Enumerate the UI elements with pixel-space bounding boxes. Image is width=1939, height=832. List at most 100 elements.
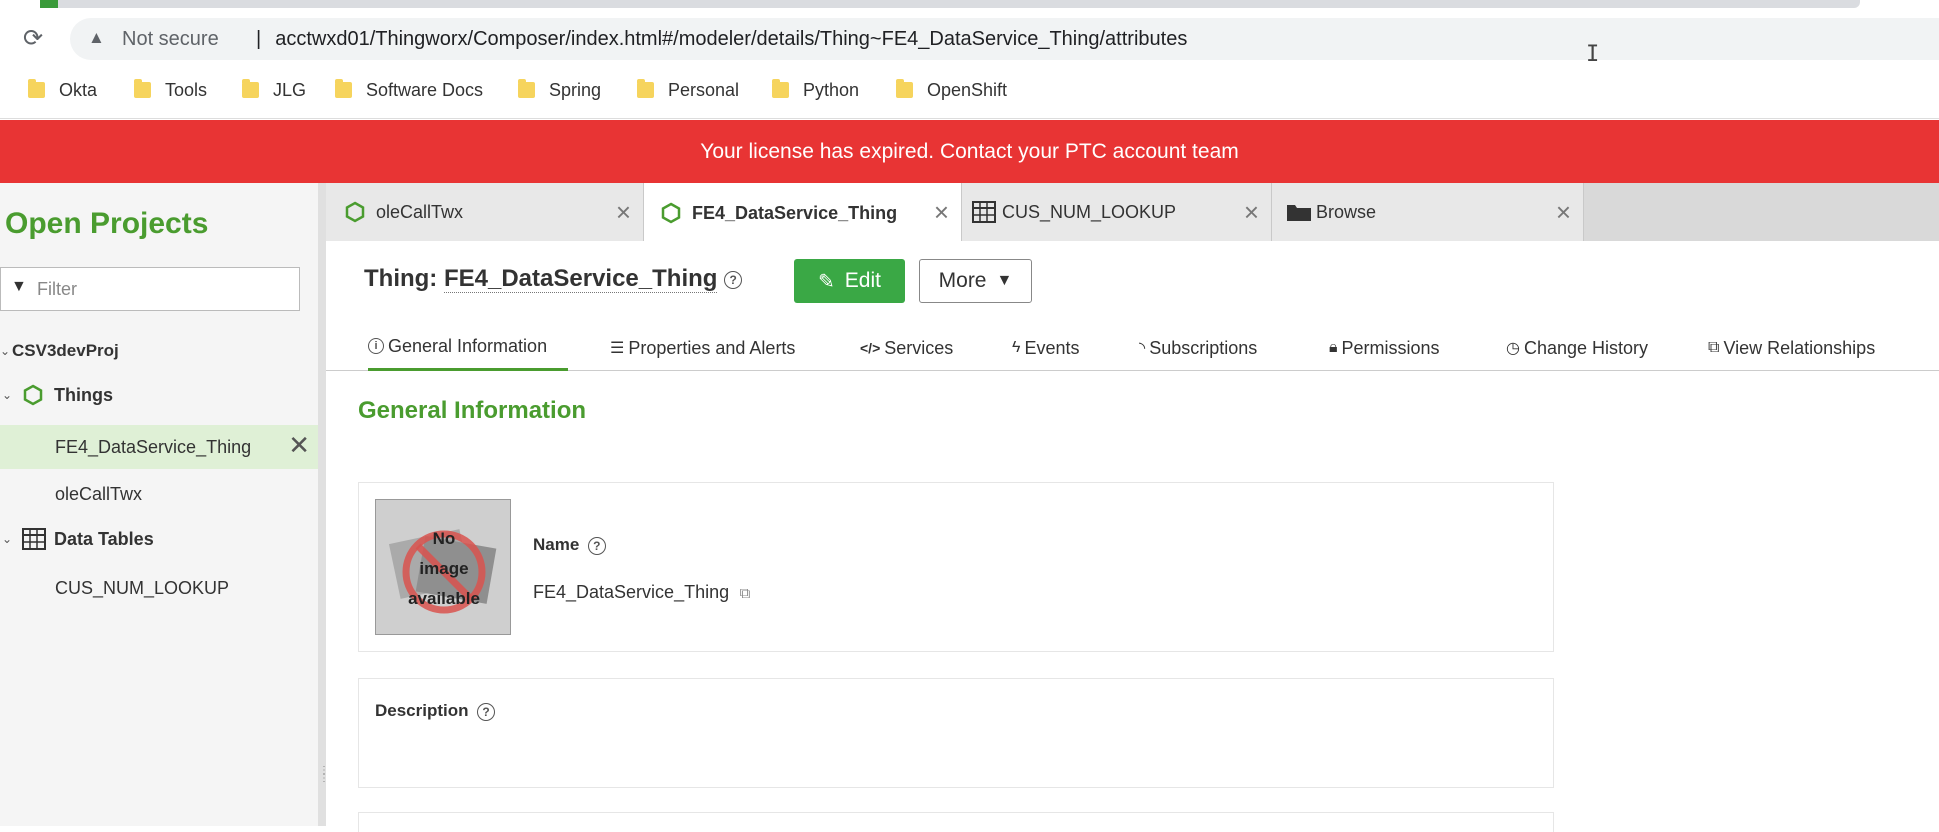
chevron-down-icon: ⌄ bbox=[2, 388, 13, 402]
bookmark-label: Python bbox=[803, 79, 860, 100]
filter-icon: ▼ bbox=[11, 278, 27, 295]
tab-label: FE4_DataService_Thing bbox=[692, 202, 898, 223]
entity-tab-bar: oleCallTwx × FE4_DataService_Thing × CUS… bbox=[326, 183, 1939, 243]
edit-button-label: Edit bbox=[844, 269, 881, 292]
bookmark-jlg[interactable]: JLG bbox=[242, 76, 306, 104]
clock-icon: ◷ bbox=[1506, 340, 1520, 357]
subtab-label: Subscriptions bbox=[1149, 337, 1258, 358]
tab-cus-num-lookup[interactable]: CUS_NUM_LOOKUP × bbox=[962, 183, 1272, 241]
bookmark-label: Software Docs bbox=[366, 79, 484, 100]
bolt-icon: ϟ bbox=[1012, 339, 1021, 356]
chevron-down-icon: ⌄ bbox=[2, 532, 13, 546]
bookmark-label: OpenShift bbox=[927, 79, 1008, 100]
bookmark-openshift[interactable]: OpenShift bbox=[896, 76, 1007, 104]
bookmark-python[interactable]: Python bbox=[772, 76, 859, 104]
tab-fe4-dataservice-thing[interactable]: FE4_DataService_Thing × bbox=[644, 183, 962, 243]
close-icon[interactable]: ✕ bbox=[288, 430, 310, 461]
name-value-row: FE4_DataService_Thing ⧉ bbox=[533, 582, 750, 603]
subtab-label: Services bbox=[884, 337, 954, 358]
tab-properties-and-alerts[interactable]: ☰ Properties and Alerts bbox=[610, 325, 795, 371]
address-bar[interactable]: ▲ Not secure | acctwxd01/Thingworx/Compos… bbox=[70, 18, 1939, 60]
pencil-icon: ✎ bbox=[818, 270, 835, 293]
tree-group-data-tables[interactable]: ⌄ Data Tables bbox=[0, 519, 318, 559]
help-icon[interactable]: ? bbox=[724, 270, 743, 289]
bookmark-software-docs[interactable]: Software Docs bbox=[335, 76, 483, 104]
tree-group-things[interactable]: ⌄ Things bbox=[0, 375, 318, 415]
close-icon[interactable]: × bbox=[934, 197, 949, 228]
tree-group-label: Things bbox=[54, 384, 113, 405]
help-icon[interactable]: ? bbox=[587, 536, 606, 555]
browser-tab-strip bbox=[0, 0, 1939, 12]
filter-input[interactable] bbox=[35, 276, 285, 302]
tree-item-olecalltwx[interactable]: oleCallTwx bbox=[0, 474, 318, 514]
name-value: FE4_DataService_Thing bbox=[533, 582, 730, 602]
help-icon[interactable]: ? bbox=[476, 702, 495, 721]
tree-item-label: FE4_DataService_Thing bbox=[55, 436, 252, 457]
bookmark-label: Personal bbox=[668, 79, 740, 100]
license-banner-text: Your license has expired. Contact your P… bbox=[700, 139, 1239, 163]
info-icon: i bbox=[368, 338, 384, 356]
subtab-label: Events bbox=[1024, 337, 1080, 358]
tab-label: Browse bbox=[1316, 201, 1377, 222]
url-text[interactable]: | acctwxd01/Thingworx/Composer/index.html… bbox=[256, 28, 1187, 51]
warning-icon: ▲ bbox=[88, 28, 105, 47]
folder-icon bbox=[134, 79, 151, 98]
tab-events[interactable]: ϟ Events bbox=[1012, 325, 1080, 371]
no-image-line: No bbox=[432, 529, 456, 548]
filter-box[interactable]: ▼ bbox=[0, 267, 300, 311]
tab-view-relationships[interactable]: ⧉ View Relationships bbox=[1708, 325, 1875, 371]
bookmarks-bar: Okta Tools JLG Software Docs Spring Pers… bbox=[0, 72, 1939, 108]
subtab-label: Permissions bbox=[1341, 337, 1440, 358]
tree-item-fe4-dataservice-thing[interactable]: FE4_DataService_Thing ✕ bbox=[0, 425, 318, 469]
chrome-divider bbox=[0, 118, 1939, 119]
subtab-label: Properties and Alerts bbox=[628, 337, 796, 358]
folder-icon bbox=[637, 79, 654, 98]
section-title: General Information bbox=[358, 397, 587, 424]
bookmark-personal[interactable]: Personal bbox=[637, 76, 739, 104]
description-field: Description ? bbox=[375, 701, 495, 721]
tree-project[interactable]: ⌄ CSV3devProj bbox=[0, 331, 318, 371]
tab-olecalltwx[interactable]: oleCallTwx × bbox=[326, 183, 644, 241]
entity-details: Thing: FE4_DataService_Thing ? ✎ Edit Mo… bbox=[326, 241, 1939, 832]
name-panel: No image available Name ? FE4_DataServic… bbox=[358, 482, 1554, 652]
thing-icon bbox=[661, 202, 681, 224]
tab-general-information[interactable]: i General Information bbox=[368, 325, 568, 371]
lock-icon: 🔒︎ bbox=[1329, 339, 1338, 356]
folder-icon bbox=[1287, 205, 1311, 221]
browser-address-row: ⟳ ▲ Not secure | acctwxd01/Thingworx/Comp… bbox=[0, 12, 1939, 67]
tree-item-label: CUS_NUM_LOOKUP bbox=[55, 577, 230, 598]
sidebar-title: Open Projects bbox=[5, 207, 209, 240]
bookmark-spring[interactable]: Spring bbox=[518, 76, 601, 104]
tab-change-history[interactable]: ◷ Change History bbox=[1506, 325, 1648, 371]
close-icon[interactable]: × bbox=[1244, 197, 1259, 228]
tab-browse[interactable]: Browse × bbox=[1272, 183, 1584, 241]
folder-icon bbox=[28, 79, 45, 98]
copy-icon[interactable]: ⧉ bbox=[740, 585, 751, 602]
entity-type-label: Thing: bbox=[364, 265, 438, 292]
description-panel: Description ? bbox=[358, 678, 1554, 788]
text-cursor-icon: I bbox=[1586, 42, 1600, 67]
bookmark-tools[interactable]: Tools bbox=[134, 76, 207, 104]
tree-item-label: oleCallTwx bbox=[55, 483, 143, 504]
reload-icon[interactable]: ⟳ bbox=[18, 24, 48, 54]
tab-subscriptions[interactable]: ◝ Subscriptions bbox=[1139, 325, 1257, 371]
url-value: acctwxd01/Thingworx/Composer/index.html#… bbox=[275, 28, 1188, 50]
close-icon[interactable]: × bbox=[616, 197, 631, 228]
edit-button[interactable]: ✎ Edit bbox=[794, 259, 905, 303]
tab-services[interactable]: </> Services bbox=[860, 325, 953, 371]
no-image-text: No image available bbox=[376, 524, 510, 614]
code-icon: </> bbox=[860, 340, 881, 356]
description-label: Description bbox=[375, 701, 469, 720]
url-separator: | bbox=[256, 28, 262, 50]
tree-item-cus-num-lookup[interactable]: CUS_NUM_LOOKUP bbox=[0, 568, 318, 608]
detail-subnav: i General Information ☰ Properties and A… bbox=[326, 325, 1939, 371]
more-button[interactable]: More ▼ bbox=[919, 259, 1032, 303]
pane-splitter[interactable]: ⋮ ⋮ bbox=[318, 183, 329, 826]
bookmark-label: Tools bbox=[165, 79, 208, 100]
no-image-line: image bbox=[419, 559, 469, 578]
close-icon[interactable]: × bbox=[1556, 197, 1571, 228]
tab-permissions[interactable]: 🔒︎ Permissions bbox=[1329, 325, 1440, 371]
bookmark-okta[interactable]: Okta bbox=[28, 76, 97, 104]
list-icon: ☰ bbox=[610, 340, 625, 357]
folder-icon bbox=[518, 79, 535, 98]
